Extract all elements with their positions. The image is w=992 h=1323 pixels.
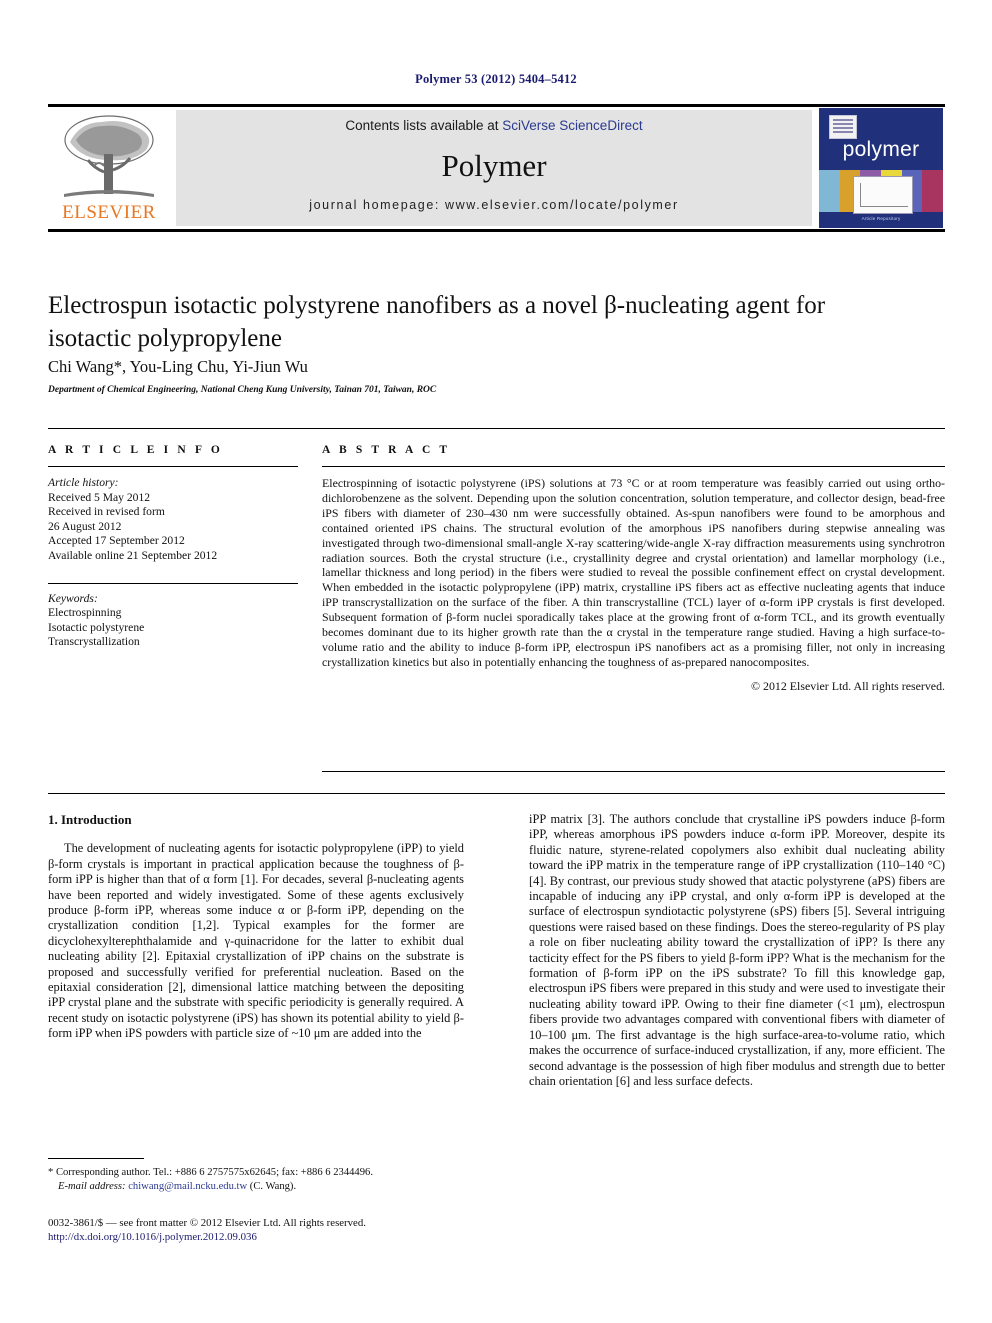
cover-footer-text: Article Repository [861, 216, 901, 221]
panel-top-rule [48, 428, 945, 429]
email-link[interactable]: chiwang@mail.ncku.edu.tw [128, 1181, 247, 1192]
introduction-paragraph: The development of nucleating agents for… [48, 841, 464, 1041]
body-top-rule [48, 793, 945, 794]
author-list: Chi Wang*, You-Ling Chu, Yi-Jiun Wu [48, 357, 308, 376]
article-info-box: A R T I C L E I N F O Article history: R… [48, 444, 298, 650]
issn-line: 0032-3861/$ — see front matter © 2012 El… [48, 1217, 366, 1229]
body-column-right: iPP matrix [3]. The authors conclude tha… [529, 812, 945, 1089]
body-column-left: 1. Introduction The development of nucle… [48, 812, 464, 1042]
journal-masthead: ELSEVIER Contents lists available at Sci… [48, 104, 945, 232]
running-head: Polymer 53 (2012) 5404–5412 [415, 72, 577, 86]
abstract-rule [322, 466, 945, 467]
abstract-text: Electrospinning of isotactic polystyrene… [322, 476, 945, 669]
article-history-item: Accepted 17 September 2012 [48, 534, 185, 548]
article-history-item: 26 August 2012 [48, 519, 122, 533]
sciencedirect-link[interactable]: SciVerse ScienceDirect [502, 118, 642, 133]
footnote-rule [48, 1158, 144, 1159]
abstract-heading: A B S T R A C T [322, 444, 451, 456]
cover-journal-title: polymer [842, 138, 920, 161]
page-title: Electrospun isotactic polystyrene nanofi… [48, 292, 826, 352]
keyword-item: Transcrystallization [48, 635, 140, 649]
abstract-copyright: © 2012 Elsevier Ltd. All rights reserved… [751, 678, 945, 693]
sciencedirect-banner: Contents lists available at SciVerse Sci… [176, 110, 812, 226]
footnote-block: * Corresponding author. Tel.: +886 6 275… [48, 1166, 464, 1193]
cover-elsevier-mark-icon [829, 115, 857, 139]
contents-prefix: Contents lists available at [345, 118, 503, 133]
email-note: E-mail address: chiwang@mail.ncku.edu.tw… [48, 1180, 464, 1194]
article-history-label: Article history: [48, 476, 119, 489]
doi-link[interactable]: http://dx.doi.org/10.1016/j.polymer.2012… [48, 1230, 478, 1244]
keyword-item: Isotactic polystyrene [48, 620, 145, 634]
elsevier-tree-icon [64, 115, 154, 197]
article-info-heading: A R T I C L E I N F O [48, 444, 223, 456]
journal-cover-thumbnail[interactable]: polymer Article Repository [819, 108, 943, 228]
introduction-paragraph-continued: iPP matrix [3]. The authors conclude tha… [529, 812, 945, 1088]
email-suffix: (C. Wang). [247, 1180, 297, 1192]
introduction-heading: 1. Introduction [48, 812, 132, 827]
contents-available-line: Contents lists available at SciVerse Sci… [176, 118, 812, 133]
masthead-top-rule [48, 104, 945, 107]
cover-inset-figure [853, 176, 913, 214]
journal-article-page: Polymer 53 (2012) 5404–5412 ELSEVIER Con… [0, 0, 992, 1323]
keyword-item: Electrospinning [48, 606, 122, 620]
journal-title: Polymer [441, 148, 547, 183]
journal-homepage-line[interactable]: journal homepage: www.elsevier.com/locat… [176, 198, 812, 212]
affiliation: Department of Chemical Engineering, Nati… [48, 385, 437, 395]
keywords-rule [48, 582, 298, 584]
article-history-item: Received 5 May 2012 [48, 490, 151, 504]
article-history-item: Available online 21 September 2012 [48, 548, 218, 562]
elsevier-logo: ELSEVIER [50, 110, 168, 226]
corresponding-author-note: * Corresponding author. Tel.: +886 6 275… [48, 1167, 373, 1178]
masthead-bottom-rule [48, 229, 945, 232]
article-info-rule [48, 466, 298, 467]
email-label: E-mail address: [58, 1180, 126, 1192]
abstract-box: A B S T R A C T Electrospinning of isota… [322, 444, 945, 694]
imprint-block: 0032-3861/$ — see front matter © 2012 El… [48, 1216, 478, 1245]
abstract-bottom-rule [322, 771, 945, 772]
elsevier-wordmark: ELSEVIER [62, 202, 156, 223]
article-history-item: Received in revised form [48, 505, 165, 519]
keywords-label: Keywords: [48, 591, 98, 605]
